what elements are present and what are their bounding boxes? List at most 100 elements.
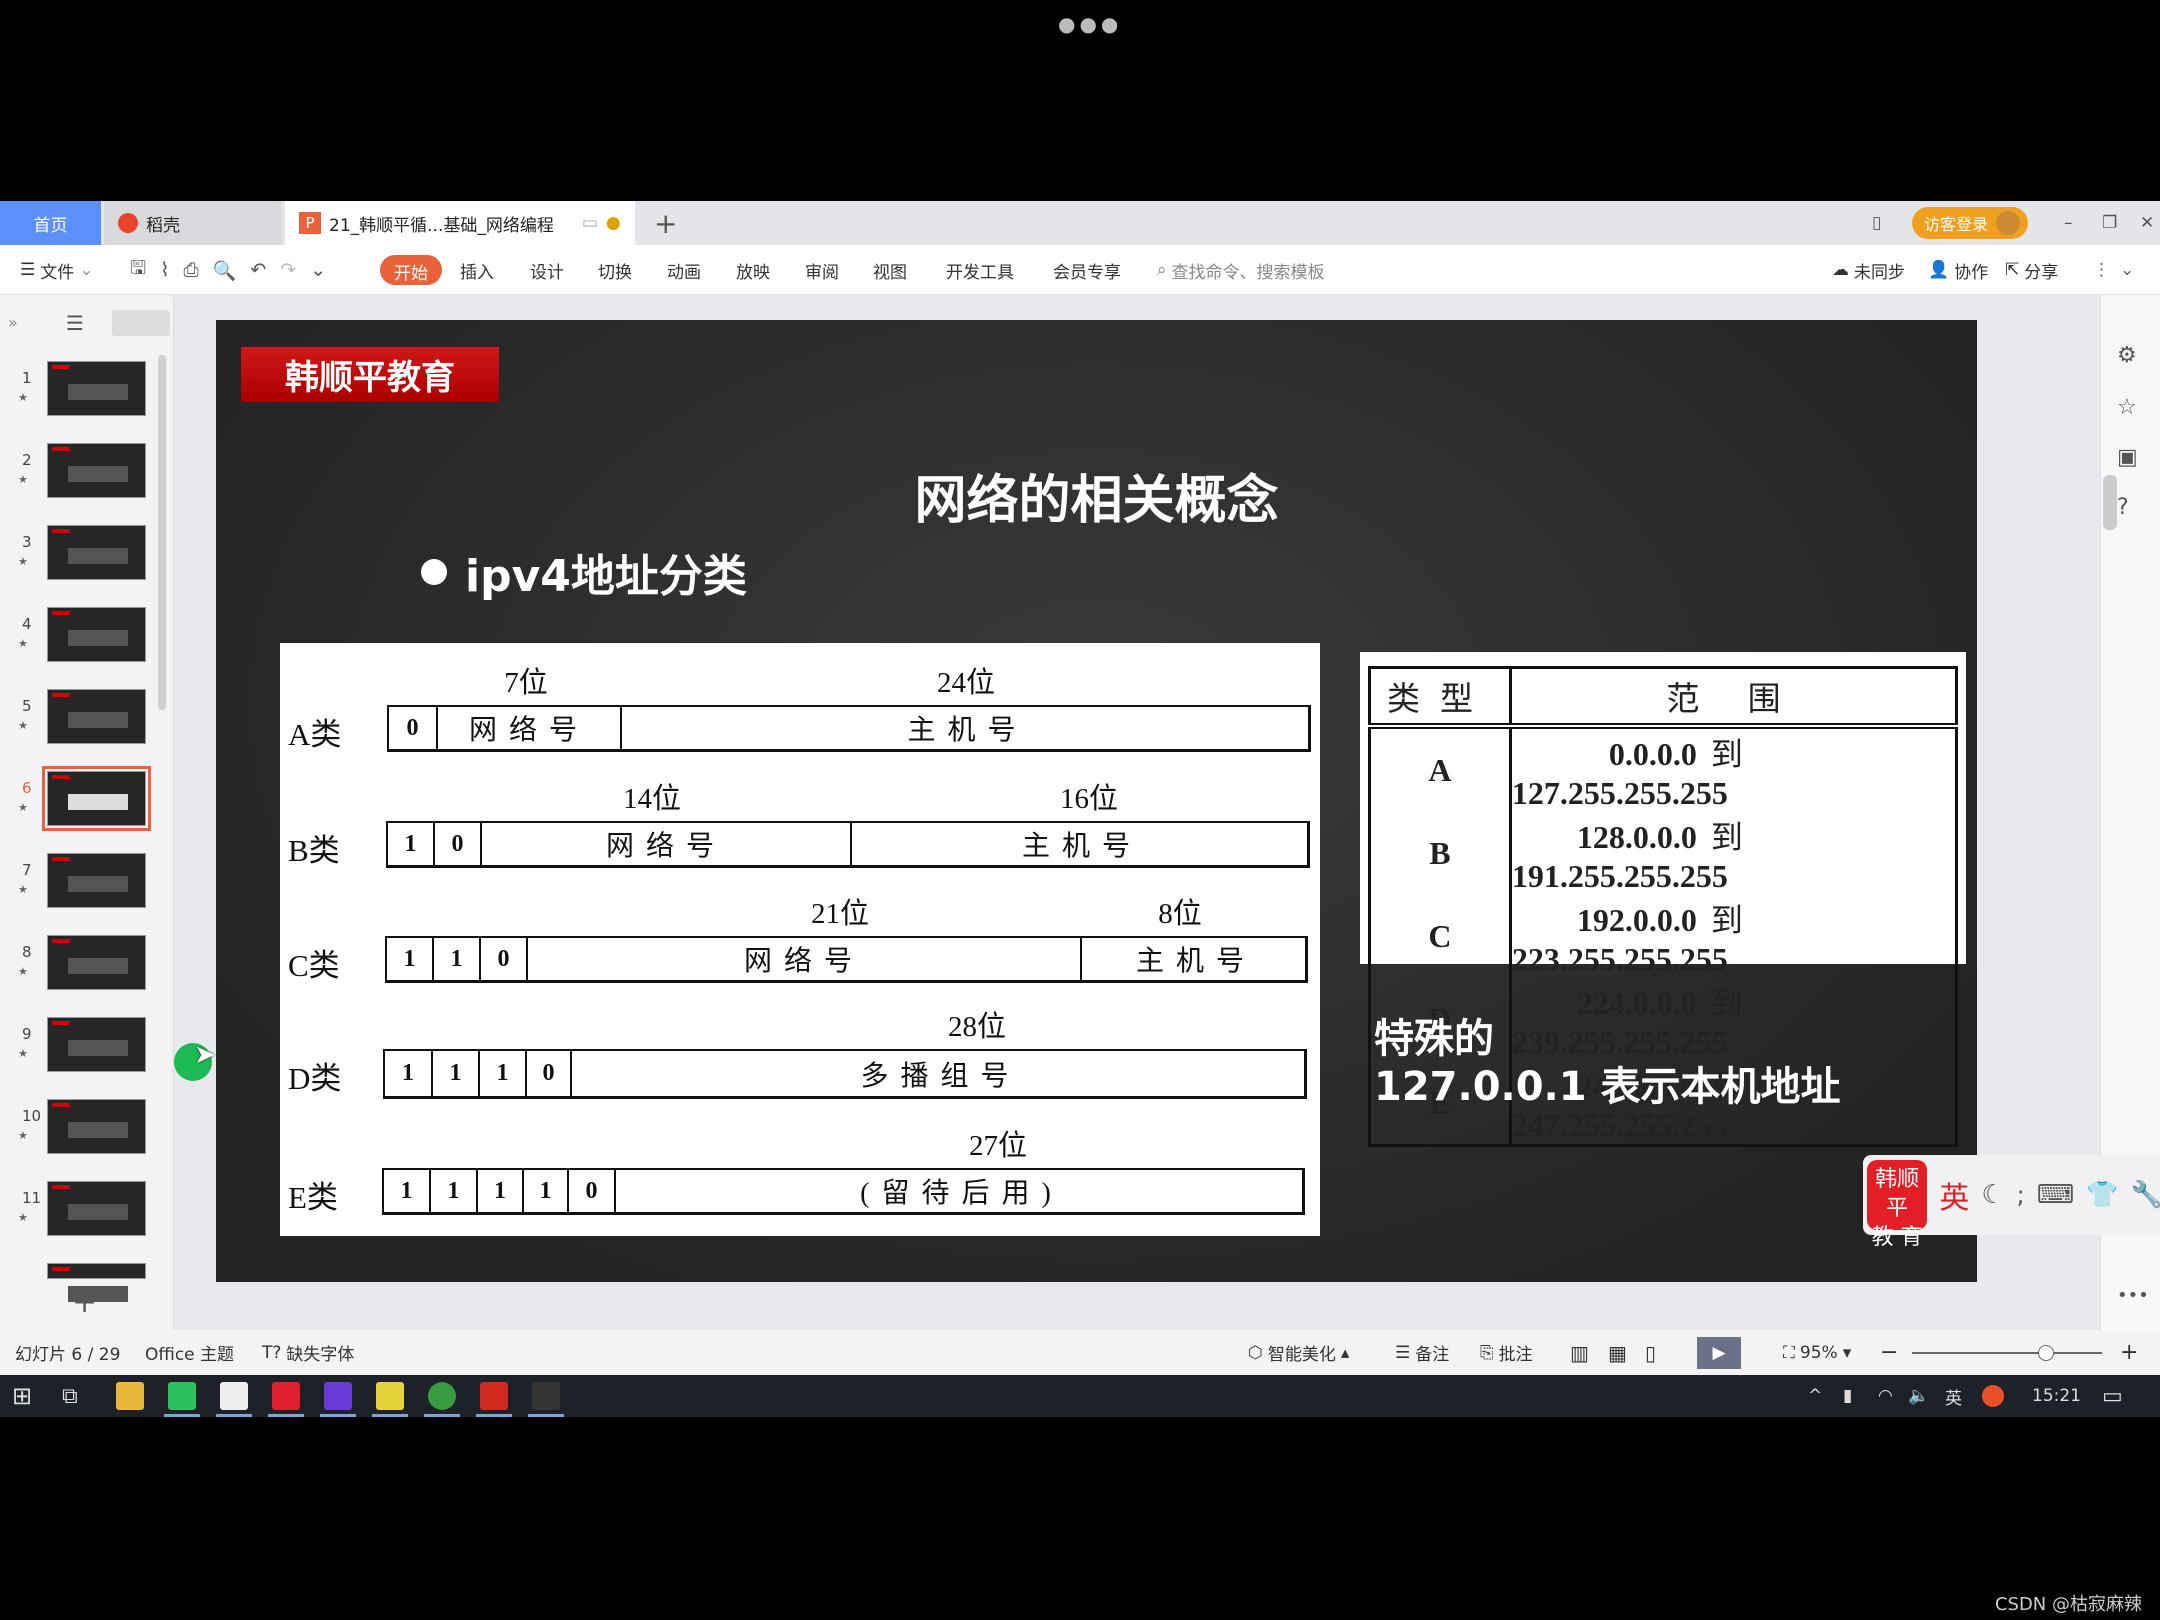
guest-login-button[interactable]: 访客登录 (1912, 207, 2029, 239)
xmind-icon[interactable] (272, 1382, 300, 1410)
collapse-ribbon-icon[interactable]: ⌄ (2120, 245, 2134, 295)
zoom-slider-handle[interactable] (2038, 1345, 2055, 1361)
tab-home[interactable]: 首页 (0, 201, 101, 245)
battery-icon[interactable]: ▮ (1843, 1375, 1852, 1417)
thumbnail-view-icon[interactable] (112, 310, 170, 336)
prefix-bit: 1 (478, 1051, 525, 1096)
zoom-out-button[interactable]: − (1880, 1330, 1898, 1375)
moon-icon[interactable]: ☾ (1981, 1180, 2004, 1210)
play-button[interactable]: ▶ (1697, 1337, 1741, 1369)
theme-name[interactable]: Office 主题 (145, 1330, 234, 1375)
zoom-in-button[interactable]: + (2120, 1330, 2138, 1375)
collab-button[interactable]: 👤 协作 (1928, 245, 1988, 295)
redo-icon[interactable]: ↷ (280, 259, 296, 281)
customize-icon[interactable]: ⌄ (310, 259, 326, 281)
slide-thumbnail[interactable] (47, 853, 146, 908)
skin-icon[interactable]: 👕 (2086, 1180, 2118, 1210)
fit-icon[interactable]: ⛶ (1783, 1343, 1795, 1363)
editor-icon[interactable] (220, 1382, 248, 1410)
task-view-icon[interactable]: ⧉ (62, 1375, 78, 1417)
restore-button[interactable]: ❐ (2088, 201, 2117, 245)
menu-design[interactable]: 设计 (530, 245, 564, 295)
sogou-icon[interactable] (1982, 1385, 2004, 1407)
vertical-scrollbar[interactable] (2103, 475, 2117, 530)
slide-thumbnail[interactable] (47, 525, 146, 580)
zoom-slider[interactable] (1912, 1345, 2102, 1361)
window-menu-dots[interactable]: ●●● (1058, 12, 1122, 36)
more-options-icon[interactable]: ••• (2117, 1285, 2149, 1306)
command-search[interactable]: ⌕ 查找命令、搜索模板 (1157, 245, 1325, 295)
start-button[interactable]: ⊞ (12, 1375, 32, 1417)
volume-icon[interactable]: 🔈 (1908, 1375, 1929, 1417)
menu-start[interactable]: 开始 (380, 255, 442, 285)
slide-thumbnail[interactable] (47, 443, 146, 498)
format-painter-icon[interactable]: ⌇ (160, 259, 169, 281)
slide-thumbnail[interactable] (42, 766, 151, 831)
menu-transition[interactable]: 切换 (598, 245, 632, 295)
keyboard-icon[interactable]: ⌨ (2037, 1180, 2075, 1210)
sorter-view-icon[interactable]: ▦ (1608, 1330, 1627, 1375)
comments-icon[interactable]: ▣ (2117, 445, 2138, 470)
add-slide-button[interactable]: + (72, 1285, 97, 1320)
zoom-control[interactable]: ⛶ 95% ▾ (1783, 1330, 1851, 1375)
print-icon[interactable]: ⎙ (183, 259, 198, 281)
terminal-icon[interactable] (532, 1382, 560, 1410)
reading-view-icon[interactable]: ▯ (1645, 1330, 1656, 1375)
file-menu[interactable]: ☰ 文件 ⌄ (20, 245, 94, 295)
menu-insert[interactable]: 插入 (460, 245, 494, 295)
slide-thumbnail[interactable] (47, 689, 146, 744)
menu-developer[interactable]: 开发工具 (946, 245, 1014, 295)
menu-slideshow[interactable]: 放映 (736, 245, 770, 295)
slide-thumbnail[interactable] (47, 361, 146, 416)
menu-member[interactable]: 会员专享 (1053, 245, 1121, 295)
new-tab-button[interactable]: + (640, 201, 677, 245)
slide-thumbnail[interactable] (47, 1263, 146, 1302)
minimize-button[interactable]: – (2050, 201, 2073, 245)
share-button[interactable]: ⇱ 分享 (2005, 245, 2058, 295)
window-count-icon[interactable]: ▯ (1858, 201, 1881, 245)
menu-review[interactable]: 审阅 (805, 245, 839, 295)
punctuation-icon[interactable]: ; (2017, 1181, 2025, 1209)
screen-icon[interactable]: ▭ (582, 213, 598, 233)
wifi-icon[interactable]: ◠ (1878, 1375, 1893, 1417)
missing-font-button[interactable]: T? 缺失字体 (262, 1330, 354, 1375)
help-icon[interactable]: ? (2117, 495, 2129, 520)
more-icon[interactable]: ⋮ (2093, 245, 2110, 295)
outline-view-icon[interactable]: ☰ (66, 311, 84, 335)
menu-view[interactable]: 视图 (873, 245, 907, 295)
expand-panel-icon[interactable]: » (8, 313, 18, 332)
favorites-icon[interactable]: ☆ (2117, 395, 2137, 420)
slide-thumbnail[interactable] (47, 1017, 146, 1072)
slide-thumbnail[interactable] (47, 1099, 146, 1154)
sync-button[interactable]: ☁ 未同步 (1832, 245, 1905, 295)
file-explorer-icon[interactable] (116, 1382, 144, 1410)
notification-icon[interactable]: ▭ (2102, 1375, 2123, 1417)
beautify-button[interactable]: ⬡ 智能美化 ▴ (1248, 1330, 1349, 1375)
comment-button[interactable]: ⎘ 批注 (1480, 1330, 1533, 1375)
slide[interactable]: 韩顺平教育 网络的相关概念 ipv4地址分类 A类 7位 24位 0 网络号 主机号 B类 1… (216, 320, 1977, 1282)
thumbnail-scrollbar[interactable] (158, 355, 166, 710)
normal-view-icon[interactable]: ▥ (1570, 1330, 1589, 1375)
ime-language[interactable]: 英 (1939, 1173, 1969, 1217)
print-preview-icon[interactable]: 🔍 (213, 259, 237, 282)
properties-icon[interactable]: ⚙ (2117, 343, 2137, 368)
tab-docer[interactable]: 稻壳 (104, 201, 282, 245)
menu-animation[interactable]: 动画 (667, 245, 701, 295)
clock[interactable]: 15:21 (2032, 1375, 2081, 1417)
evernote-icon[interactable] (168, 1382, 196, 1410)
slide-thumbnail[interactable] (47, 935, 146, 990)
tab-presentation[interactable]: P 21_韩顺平循...基础_网络编程 ▭ ● (285, 201, 635, 245)
chrome-icon[interactable] (428, 1382, 456, 1410)
slide-thumbnail[interactable] (47, 1181, 146, 1236)
notes-button[interactable]: ☰ 备注 (1395, 1330, 1449, 1375)
input-language[interactable]: 英 (1945, 1375, 1962, 1417)
wrench-icon[interactable]: 🔧 (2131, 1180, 2160, 1210)
save-icon[interactable]: 🖫 (130, 254, 146, 286)
intellij-icon[interactable] (324, 1382, 352, 1410)
tray-chevron-icon[interactable]: ^ (1808, 1375, 1822, 1417)
slide-thumbnail[interactable] (47, 607, 146, 662)
notepad-icon[interactable] (376, 1382, 404, 1410)
undo-icon[interactable]: ↶ (250, 259, 266, 281)
wps-icon[interactable] (480, 1382, 508, 1410)
close-button[interactable]: ✕ (2126, 201, 2154, 245)
